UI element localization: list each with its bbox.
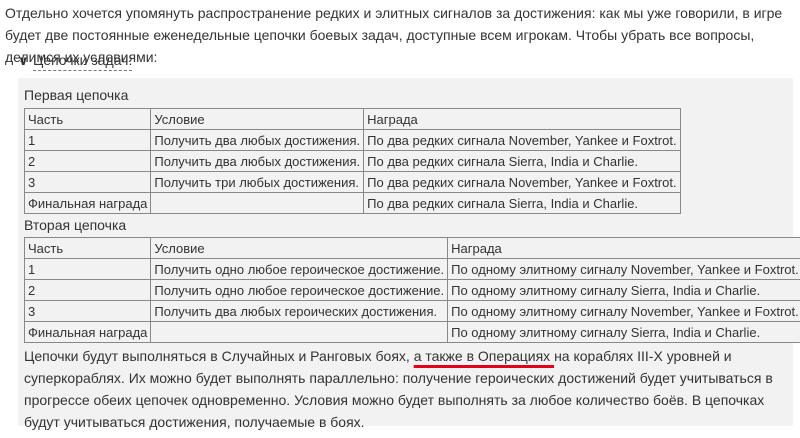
- cell-reward: По одному элитному сигналу Sierra, India…: [447, 321, 800, 343]
- chain2-table: Часть Условие Награда 1 Получить одно люб…: [23, 237, 800, 343]
- table-header-row: Часть Условие Награда: [23, 237, 800, 259]
- cell-part: Финальная награда: [23, 321, 152, 343]
- highlighted-text: а также в Операциях: [413, 348, 555, 364]
- cell-reward: По два редких сигнала Sierra, India и Ch…: [363, 150, 681, 172]
- spoiler-toggle[interactable]: ∨ Цепочки задач:: [18, 50, 133, 71]
- cell-part: 2: [23, 150, 152, 172]
- table-row: 3 Получить три любых достижения. По два ре…: [23, 171, 681, 193]
- table-row: 1 Получить два любых достижения. По два ре…: [23, 129, 681, 151]
- table-row: 1 Получить одно любое героическое достиже…: [23, 258, 800, 280]
- cell-condition: [150, 192, 365, 214]
- cell-reward: По одному элитному сигналу November, Yan…: [447, 258, 800, 280]
- cell-part: 1: [23, 129, 152, 151]
- column-header-condition: Условие: [150, 108, 365, 130]
- outro-text-before: Цепочки будут выполняться в Случайных и …: [24, 348, 414, 364]
- table-row: Финальная награда По одному элитному сигн…: [23, 321, 800, 343]
- cell-condition: Получить одно любое героическое достижен…: [150, 279, 449, 301]
- chain2-title: Вторая цепочка: [24, 217, 127, 233]
- chain1-table: Часть Условие Награда 1 Получить два любы…: [23, 108, 681, 214]
- cell-part: 3: [23, 171, 152, 193]
- column-header-part: Часть: [23, 108, 152, 130]
- column-header-condition: Условие: [150, 237, 449, 259]
- table-row: Финальная награда По два редких сигнала S…: [23, 192, 681, 214]
- chevron-down-icon: ∨: [18, 52, 29, 68]
- cell-reward: По два редких сигнала November, Yankee и…: [363, 171, 681, 193]
- outro-paragraph: Цепочки будут выполняться в Случайных и …: [24, 345, 784, 433]
- table-header-row: Часть Условие Награда: [23, 108, 681, 130]
- cell-reward: По одному элитному сигналу November, Yan…: [447, 300, 800, 322]
- cell-condition: Получить три любых достижения.: [150, 171, 365, 193]
- column-header-reward: Награда: [447, 237, 800, 259]
- cell-part: 2: [23, 279, 152, 301]
- table-row: 3 Получить два любых героических достижен…: [23, 300, 800, 322]
- table-row: 2 Получить одно любое героическое достиже…: [23, 279, 800, 301]
- cell-reward: По два редких сигнала November, Yankee и…: [363, 129, 681, 151]
- cell-condition: Получить два любых достижения.: [150, 150, 365, 172]
- column-header-part: Часть: [23, 237, 152, 259]
- cell-condition: Получить одно любое героическое достижен…: [150, 258, 449, 280]
- chain1-title: Первая цепочка: [24, 87, 129, 103]
- cell-part: 3: [23, 300, 152, 322]
- cell-part: Финальная награда: [23, 192, 152, 214]
- cell-part: 1: [23, 258, 152, 280]
- cell-condition: Получить два любых достижения.: [150, 129, 365, 151]
- cell-reward: По два редких сигнала Sierra, India и Ch…: [363, 192, 681, 214]
- spoiler-title: Цепочки задач:: [33, 50, 133, 71]
- cell-condition: Получить два любых героических достижени…: [150, 300, 449, 322]
- cell-reward: По одному элитному сигналу Sierra, India…: [447, 279, 800, 301]
- column-header-reward: Награда: [363, 108, 681, 130]
- table-row: 2 Получить два любых достижения. По два ре…: [23, 150, 681, 172]
- cell-condition: [150, 321, 449, 343]
